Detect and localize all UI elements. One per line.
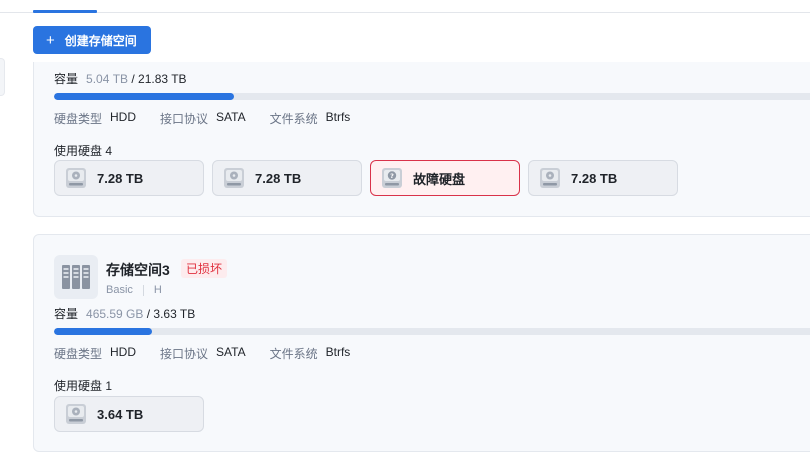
- interface-value: SATA: [216, 345, 246, 359]
- disk-label: 7.28 TB: [571, 170, 618, 186]
- plus-icon: +: [46, 31, 55, 49]
- pool-name: 存储空间3: [106, 262, 170, 278]
- disk-meta-row: 硬盘类型 HDD 接口协议 SATA 文件系统 Btrfs: [54, 345, 374, 362]
- disk-list: 7.28 TB 7.28 TB ? 故障硬盘 7.28 TB: [54, 160, 678, 196]
- storage-pool-icon: [54, 255, 98, 299]
- capacity-total: / 3.63 TB: [146, 307, 196, 321]
- disk-type-value: HDD: [110, 110, 137, 124]
- storage-pool-card: 容量 5.04 TB / 21.83 TB 硬盘类型 HDD 接口协议 SATA 文件…: [33, 62, 810, 217]
- capacity-bar-fill: [54, 93, 235, 100]
- disk-tile[interactable]: 7.28 TB: [528, 160, 678, 196]
- pool-subinfo: Basic H: [106, 284, 162, 296]
- create-storage-pool-label: 创建存储空间: [64, 33, 137, 48]
- capacity-bar: [54, 93, 810, 100]
- disk-tile[interactable]: 7.28 TB: [212, 160, 362, 196]
- capacity-bar-fill: [54, 328, 152, 335]
- disk-type-value: HDD: [110, 345, 137, 359]
- capacity-row: 容量 5.04 TB / 21.83 TB: [54, 70, 187, 87]
- filesystem-key: 文件系统: [269, 112, 318, 126]
- disk-type-key: 硬盘类型: [54, 347, 103, 361]
- capacity-total: / 21.83 TB: [131, 72, 187, 86]
- disk-label: 7.28 TB: [97, 170, 144, 186]
- tab-bar-divider: [0, 12, 810, 13]
- disk-tile[interactable]: 7.28 TB: [54, 160, 204, 196]
- status-badge: 已损坏: [181, 259, 228, 278]
- disk-label: 故障硬盘: [413, 171, 466, 187]
- disk-tile[interactable]: 3.64 TB: [54, 396, 204, 432]
- filesystem-value: Btrfs: [325, 345, 351, 359]
- server-rack-icon: [62, 265, 90, 289]
- hard-drive-icon: [540, 168, 560, 188]
- storage-pool-card: 存储空间3 已损坏 Basic H 容量 465.59 GB / 3.63 TB …: [33, 234, 810, 452]
- disk-list: 3.64 TB: [54, 396, 204, 432]
- volume-letter: H: [153, 284, 162, 296]
- capacity-bar: [54, 328, 810, 335]
- hard-drive-icon: [224, 168, 244, 188]
- filesystem-key: 文件系统: [269, 347, 318, 361]
- disk-meta-row: 硬盘类型 HDD 接口协议 SATA 文件系统 Btrfs: [54, 110, 374, 127]
- hard-drive-icon: [66, 168, 86, 188]
- unknown-disk-icon: ?: [382, 168, 402, 188]
- disk-count: 使用硬盘 4: [54, 144, 113, 158]
- sidebar-edge[interactable]: [0, 58, 5, 96]
- faulty-disk-tile[interactable]: ? 故障硬盘: [370, 160, 520, 196]
- disk-type-key: 硬盘类型: [54, 112, 103, 126]
- capacity-row: 容量 465.59 GB / 3.63 TB: [54, 305, 195, 322]
- capacity-used: 465.59 GB: [86, 307, 144, 321]
- capacity-used: 5.04 TB: [86, 72, 129, 86]
- interface-key: 接口协议: [160, 347, 209, 361]
- capacity-label: 容量: [54, 72, 79, 86]
- raid-type: Basic: [106, 284, 133, 296]
- active-tab-indicator: [33, 10, 97, 13]
- svg-text:?: ?: [390, 172, 394, 180]
- hard-drive-icon: [66, 404, 86, 424]
- disk-label: 3.64 TB: [97, 406, 144, 422]
- filesystem-value: Btrfs: [325, 110, 351, 124]
- interface-key: 接口协议: [160, 112, 209, 126]
- divider: [142, 284, 144, 296]
- capacity-label: 容量: [54, 307, 79, 321]
- create-storage-pool-button[interactable]: + 创建存储空间: [33, 26, 151, 54]
- disk-label: 7.28 TB: [255, 170, 302, 186]
- disk-count: 使用硬盘 1: [54, 379, 113, 393]
- interface-value: SATA: [216, 110, 246, 124]
